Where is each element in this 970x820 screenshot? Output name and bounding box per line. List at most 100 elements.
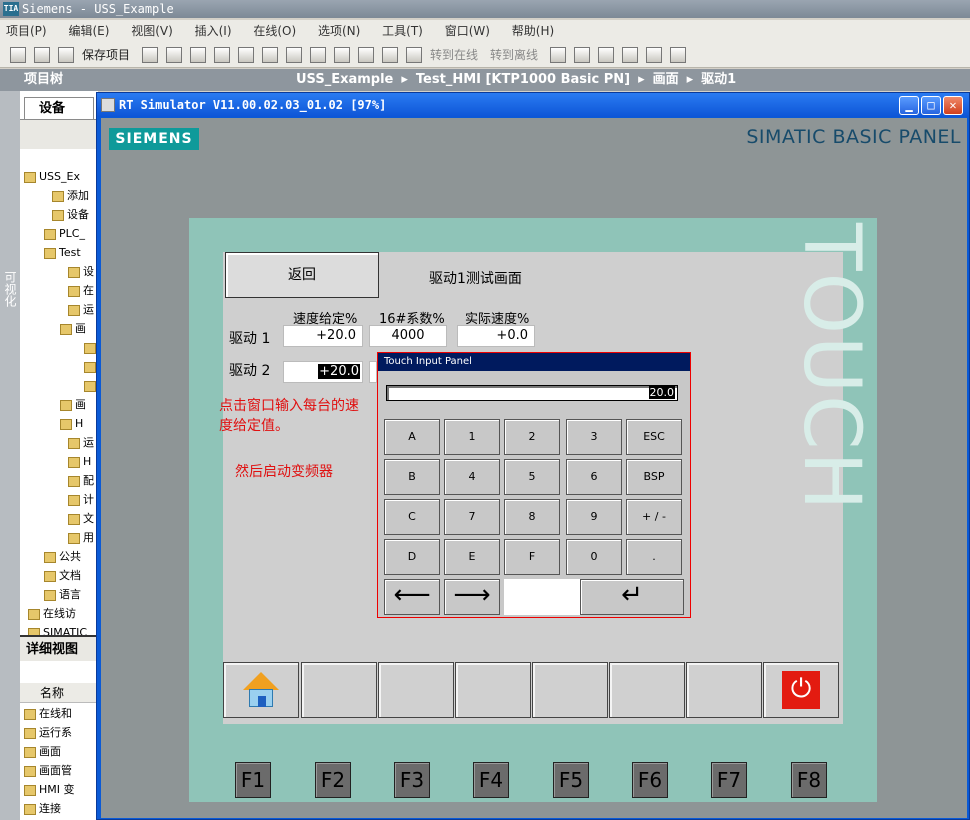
breadcrumb-screens[interactable]: 画面 [653,72,679,87]
key-a[interactable]: A [384,419,440,455]
tree-item[interactable]: PLC_ [20,224,98,243]
drive2-setpoint-field[interactable]: +20.0 [283,361,363,383]
undo-icon[interactable] [262,46,279,63]
menu-online[interactable]: 在线(O) [253,24,296,38]
start-runtime-icon[interactable] [406,46,423,63]
tree-item[interactable]: H [20,414,98,433]
screen-button-4[interactable] [455,662,531,718]
menu-help[interactable]: 帮助(H) [512,24,554,38]
detail-item[interactable]: 画面 [20,742,98,761]
stop-cpu-icon[interactable] [598,46,615,63]
go-offline-button[interactable]: 转到离线 [490,46,538,63]
tree-item[interactable]: 语言 [20,585,98,604]
split-vertical-icon[interactable] [670,46,687,63]
go-online-button[interactable]: 转到在线 [430,46,478,63]
key-1[interactable]: 1 [444,419,500,455]
cursor-left-button[interactable]: ⟵ [384,579,440,615]
key-7[interactable]: 7 [444,499,500,535]
screen-button-5[interactable] [532,662,608,718]
key-esc[interactable]: ESC [626,419,682,455]
key-0[interactable]: 0 [566,539,622,575]
breadcrumb-project[interactable]: USS_Example [296,72,393,87]
menu-options[interactable]: 选项(N) [318,24,360,38]
menu-window[interactable]: 窗口(W) [445,24,490,38]
breadcrumb-screen[interactable]: 驱动1 [701,72,736,87]
key-plus-minus[interactable]: + / - [626,499,682,535]
tree-item[interactable]: 文档 [20,566,98,585]
cut-icon[interactable] [166,46,183,63]
tree-item[interactable]: H [20,452,98,471]
print-icon[interactable] [142,46,159,63]
menu-insert[interactable]: 插入(I) [195,24,232,38]
tree-item[interactable] [20,357,98,376]
screen-button-2[interactable] [301,662,377,718]
drive1-coefficient-field[interactable]: 4000 [369,325,447,347]
devices-tab[interactable]: 设备 [24,97,94,119]
menu-project[interactable]: 项目(P) [6,24,47,38]
detail-item[interactable]: 运行系 [20,723,98,742]
key-d[interactable]: D [384,539,440,575]
exit-runtime-button[interactable]: ⏻ [763,662,839,718]
key-2[interactable]: 2 [504,419,560,455]
breadcrumb-device[interactable]: Test_HMI [KTP1000 Basic PN] [416,72,630,87]
key-e[interactable]: E [444,539,500,575]
key-8[interactable]: 8 [504,499,560,535]
key-9[interactable]: 9 [566,499,622,535]
start-cpu-icon[interactable] [574,46,591,63]
detail-item[interactable]: 画面管 [20,761,98,780]
tree-item[interactable]: 在 [20,281,98,300]
touch-input-display[interactable]: 20.0 [386,385,678,401]
tree-item[interactable]: 用 [20,528,98,547]
function-key-f4[interactable]: F4 [473,762,509,798]
key-c[interactable]: C [384,499,440,535]
drive1-setpoint-field[interactable]: +20.0 [283,325,363,347]
download-icon[interactable] [334,46,351,63]
delete-icon[interactable] [238,46,255,63]
tree-item[interactable]: 设 [20,262,98,281]
detail-item[interactable]: 连接 [20,799,98,818]
enter-button[interactable]: ↵ [580,579,684,615]
tree-item[interactable]: 文 [20,509,98,528]
upload-icon[interactable] [358,46,375,63]
tree-item[interactable] [20,338,98,357]
tree-item[interactable]: 画 [20,319,98,338]
screen-button-3[interactable] [378,662,454,718]
function-key-f1[interactable]: F1 [235,762,271,798]
tree-item[interactable]: 画 [20,395,98,414]
detail-item[interactable]: HMI 变 [20,780,98,799]
screen-button-7[interactable] [686,662,762,718]
tree-item[interactable]: 运 [20,433,98,452]
new-project-icon[interactable] [10,46,26,63]
compile-icon[interactable] [310,46,327,63]
maximize-button[interactable]: □ [921,96,941,115]
back-button[interactable]: 返回 [225,252,379,298]
key-3[interactable]: 3 [566,419,622,455]
close-views-icon[interactable] [622,46,639,63]
function-key-f3[interactable]: F3 [394,762,430,798]
redo-icon[interactable] [286,46,303,63]
home-button[interactable] [223,662,299,718]
tree-item[interactable]: 计 [20,490,98,509]
cursor-right-button[interactable]: ⟶ [444,579,500,615]
accessible-devices-icon[interactable] [550,46,567,63]
screen-button-6[interactable] [609,662,685,718]
key-4[interactable]: 4 [444,459,500,495]
simulator-titlebar[interactable]: RT Simulator V11.00.02.03_01.02 [97%] ▁ … [97,93,969,117]
tree-item[interactable]: 配 [20,471,98,490]
key-6[interactable]: 6 [566,459,622,495]
copy-icon[interactable] [190,46,207,63]
menu-tools[interactable]: 工具(T) [382,24,423,38]
tree-item[interactable]: 运 [20,300,98,319]
split-horizontal-icon[interactable] [646,46,663,63]
key-5[interactable]: 5 [504,459,560,495]
minimize-button[interactable]: ▁ [899,96,919,115]
tree-item[interactable]: 公共 [20,547,98,566]
save-project-button[interactable]: 保存项目 [82,46,130,63]
key-backspace[interactable]: BSP [626,459,682,495]
tree-item[interactable]: USS_Ex [20,167,98,186]
menu-view[interactable]: 视图(V) [131,24,173,38]
key-f[interactable]: F [504,539,560,575]
key-decimal[interactable]: . [626,539,682,575]
function-key-f2[interactable]: F2 [315,762,351,798]
tree-item[interactable] [20,376,98,395]
